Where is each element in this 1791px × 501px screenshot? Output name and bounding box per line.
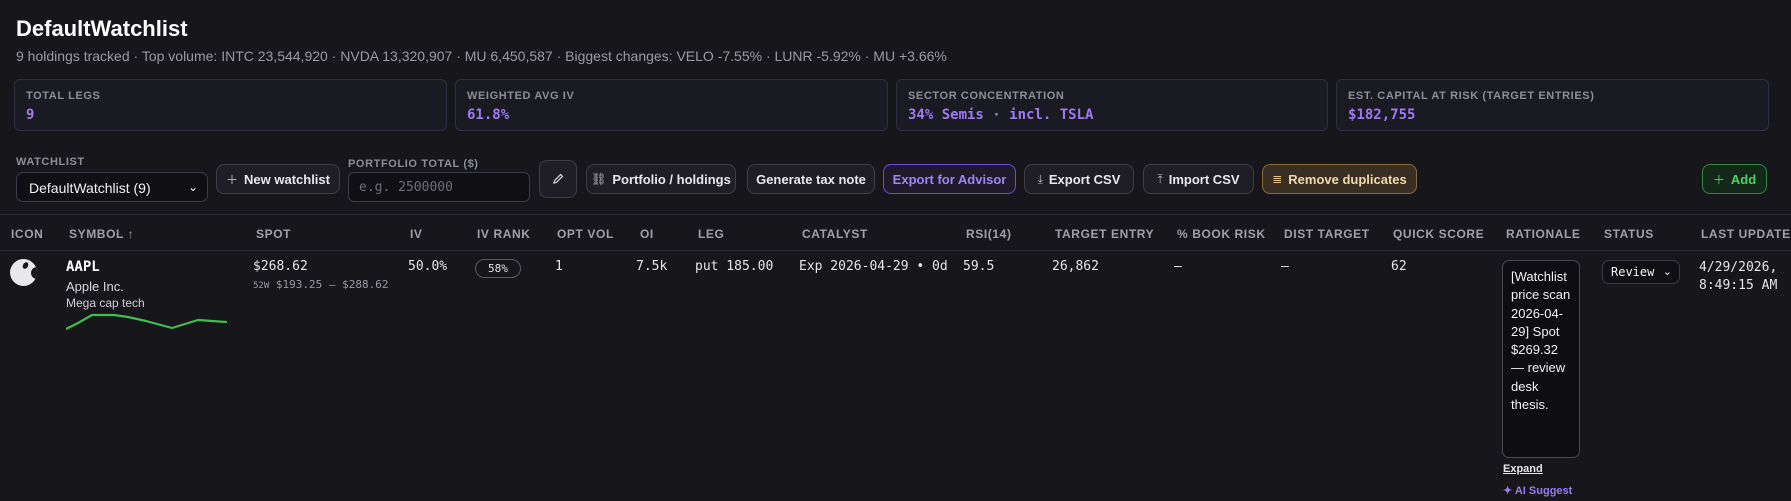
edit-portfolio-button[interactable] xyxy=(539,160,577,198)
portfolio-holdings-label: Portfolio / holdings xyxy=(612,171,731,187)
status-value: Review xyxy=(1611,265,1655,279)
import-csv-label: Import CSV xyxy=(1168,171,1240,187)
portfolio-total-label: PORTFOLIO TOTAL ($) xyxy=(348,158,479,170)
iv-value: 50.0% xyxy=(408,259,448,274)
page-subtitle: 9 holdings tracked · Top volume: INTC 23… xyxy=(16,48,947,64)
dedupe-icon: ≣ xyxy=(1272,172,1283,186)
kpi-value: 34% Semis · incl. TSLA xyxy=(908,107,1094,123)
quick-score-value: 62 xyxy=(1391,259,1407,274)
rsi-value: 59.5 xyxy=(963,259,995,274)
watchlist-select-value: DefaultWatchlist (9) xyxy=(29,180,151,196)
apple-logo-icon xyxy=(10,259,37,286)
last-update-time: 8:49:15 AM xyxy=(1699,278,1778,293)
sector-label: Mega cap tech xyxy=(66,296,145,310)
price-sparkline xyxy=(66,313,228,331)
export-advisor-label: Export for Advisor xyxy=(892,171,1007,187)
company-name: Apple Inc. xyxy=(66,279,124,294)
52w-range: 52W $193.25 — $288.62 xyxy=(253,278,388,291)
kpi-sector-concentration: SECTOR CONCENTRATION 34% Semis · incl. T… xyxy=(896,79,1328,131)
column-header-quick-score[interactable]: QUICK SCORE xyxy=(1393,227,1484,241)
pencil-icon xyxy=(553,173,564,184)
spot-price: $268.62 xyxy=(253,259,308,274)
catalyst-value: Exp 2026-04-29 • 0d xyxy=(799,259,948,274)
export-csv-button[interactable]: ⤓ Export CSV xyxy=(1024,164,1134,194)
last-update-date: 4/29/2026, xyxy=(1699,260,1778,275)
download-icon: ⤓ xyxy=(1037,171,1043,186)
column-header-symbol[interactable]: SYMBOL ↑ xyxy=(69,227,134,241)
column-header-catalyst[interactable]: CATALYST xyxy=(802,227,868,241)
status-select[interactable]: Review ⌄ xyxy=(1602,260,1680,284)
column-header-last-update[interactable]: LAST UPDATE xyxy=(1701,227,1791,241)
column-header-target-entry[interactable]: TARGET ENTRY xyxy=(1055,227,1154,241)
import-csv-button[interactable]: ⤒ Import CSV xyxy=(1143,164,1254,194)
book-risk-value: — xyxy=(1174,259,1182,274)
kpi-label: EST. CAPITAL AT RISK (TARGET ENTRIES) xyxy=(1348,90,1595,102)
column-header-rationale: RATIONALE xyxy=(1506,227,1581,241)
new-watchlist-button[interactable]: ＋ New watchlist xyxy=(216,164,340,194)
chevron-down-icon: ⌄ xyxy=(187,180,198,194)
column-header-iv-rank[interactable]: IV RANK xyxy=(477,227,531,241)
upload-icon: ⤒ xyxy=(1157,171,1163,186)
kpi-value: 9 xyxy=(26,107,35,123)
watchlist-label: WATCHLIST xyxy=(16,156,85,168)
kpi-weighted-avg-iv: WEIGHTED AVG IV 61.8% xyxy=(455,79,888,131)
portfolio-total-input[interactable]: e.g. 2500000 xyxy=(348,172,530,202)
column-header-book-risk[interactable]: % BOOK RISK xyxy=(1177,227,1266,241)
kpi-label: TOTAL LEGS xyxy=(26,90,101,102)
target-entry-value: 26,862 xyxy=(1052,259,1099,274)
remove-duplicates-button[interactable]: ≣ Remove duplicates xyxy=(1262,164,1417,194)
last-update: 4/29/2026, 8:49:15 AM xyxy=(1699,259,1777,295)
table-header-divider xyxy=(0,250,1791,251)
add-label: Add xyxy=(1730,171,1757,187)
column-header-spot[interactable]: SPOT xyxy=(256,227,291,241)
chevron-down-icon: ⌄ xyxy=(1662,266,1672,278)
52w-range-value: $193.25 — $288.62 xyxy=(275,278,389,291)
column-header-leg[interactable]: LEG xyxy=(698,227,724,241)
leg-value: put 185.00 xyxy=(695,259,774,274)
kpi-total-legs: TOTAL LEGS 9 xyxy=(14,79,447,131)
column-header-iv[interactable]: IV xyxy=(410,227,423,241)
opt-vol-value: 1 xyxy=(555,259,563,274)
kpi-value: $182,755 xyxy=(1348,107,1416,123)
column-header-status[interactable]: STATUS xyxy=(1604,227,1654,241)
ai-suggest-link[interactable]: ✦ AI Suggest xyxy=(1503,484,1572,497)
export-csv-label: Export CSV xyxy=(1048,171,1121,187)
new-watchlist-label: New watchlist xyxy=(244,171,330,187)
column-header-icon: ICON xyxy=(11,227,44,241)
plus-icon: ＋ xyxy=(226,172,239,187)
column-header-rsi[interactable]: RSI(14) xyxy=(966,227,1012,241)
watchlist-select[interactable]: DefaultWatchlist (9) ⌄ xyxy=(16,172,208,202)
kpi-label: SECTOR CONCENTRATION xyxy=(908,90,1065,102)
column-header-opt-vol[interactable]: OPT VOL xyxy=(557,227,614,241)
generate-tax-note-button[interactable]: Generate tax note xyxy=(747,164,875,194)
kpi-capital-at-risk: EST. CAPITAL AT RISK (TARGET ENTRIES) $1… xyxy=(1336,79,1769,131)
dist-target-value: — xyxy=(1281,259,1289,274)
generate-tax-note-label: Generate tax note xyxy=(756,171,866,187)
page-title: DefaultWatchlist xyxy=(16,16,188,41)
symbol[interactable]: AAPL xyxy=(66,259,100,275)
add-button[interactable]: ＋ Add xyxy=(1702,164,1767,194)
column-header-oi[interactable]: OI xyxy=(640,227,654,241)
portfolio-holdings-button[interactable]: ⛓ Portfolio / holdings xyxy=(586,164,736,194)
remove-duplicates-label: Remove duplicates xyxy=(1288,171,1407,187)
link-icon: ⛓ xyxy=(591,172,607,186)
oi-value: 7.5k xyxy=(636,259,668,274)
column-header-dist-target[interactable]: DIST TARGET xyxy=(1284,227,1370,241)
expand-link[interactable]: Expand xyxy=(1503,463,1543,475)
52w-range-tag: 52W xyxy=(253,281,270,291)
export-advisor-button[interactable]: Export for Advisor xyxy=(883,164,1016,194)
kpi-label: WEIGHTED AVG IV xyxy=(467,90,575,102)
table-top-divider xyxy=(0,214,1791,215)
iv-rank-badge: 58% xyxy=(475,259,521,278)
kpi-value: 61.8% xyxy=(467,107,510,123)
rationale-text[interactable]: [Watchlist price scan 2026-04-29] Spot $… xyxy=(1502,260,1580,458)
plus-icon: ＋ xyxy=(1712,172,1725,187)
